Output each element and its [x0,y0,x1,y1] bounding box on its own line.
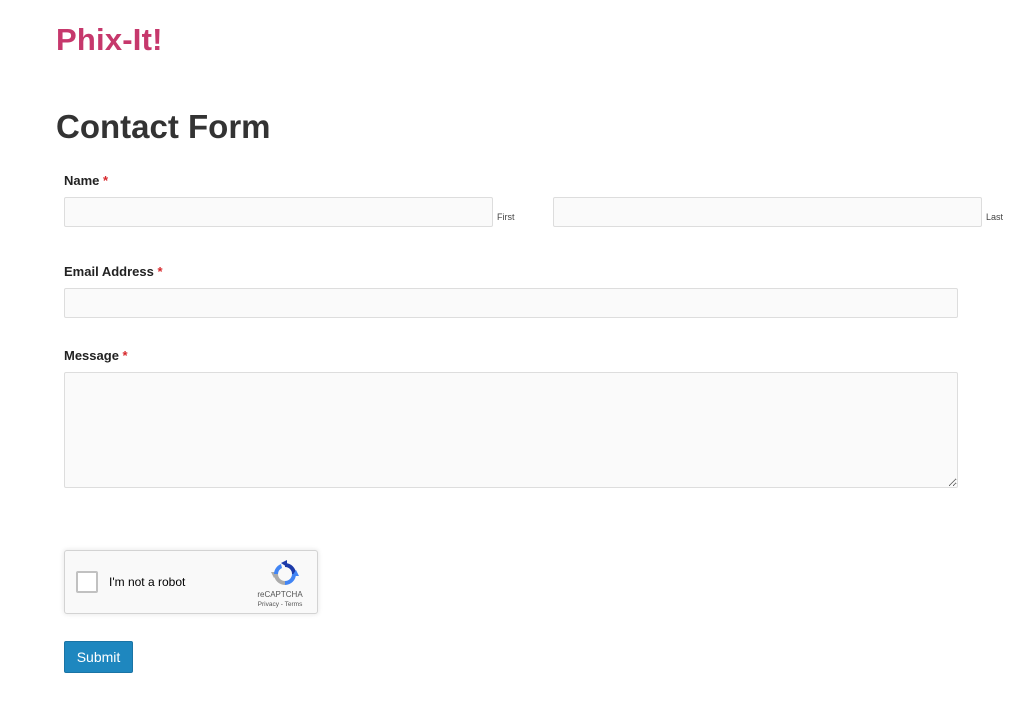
recaptcha-label: I'm not a robot [109,575,186,589]
name-label: Name * [64,173,108,188]
message-textarea[interactable] [64,372,958,488]
page-title: Contact Form [56,108,271,145]
last-name-input[interactable] [553,197,982,227]
recaptcha-links: Privacy - Terms [247,601,313,608]
last-name-sublabel: Last [986,212,1004,222]
message-label: Message * [64,348,128,363]
recaptcha-privacy-link[interactable]: Privacy [258,601,279,608]
submit-button[interactable]: Submit [64,641,133,673]
email-label: Email Address * [64,264,163,279]
email-input[interactable] [64,288,958,318]
recaptcha-widget: I'm not a robot reCAPTCHA Privacy - Term… [64,550,318,614]
email-label-text: Email Address [64,264,154,279]
recaptcha-logo-icon [271,560,299,585]
site-title[interactable]: Phix-It! [56,22,163,58]
name-label-text: Name [64,173,100,188]
recaptcha-brand: reCAPTCHA [257,590,303,599]
recaptcha-checkbox[interactable] [76,571,98,593]
recaptcha-terms-link[interactable]: Terms [285,601,303,608]
first-name-input[interactable] [64,197,493,227]
required-marker: * [122,348,128,363]
required-marker: * [157,264,163,279]
first-name-sublabel: First [497,212,515,222]
message-label-text: Message [64,348,119,363]
required-marker: * [103,173,109,188]
